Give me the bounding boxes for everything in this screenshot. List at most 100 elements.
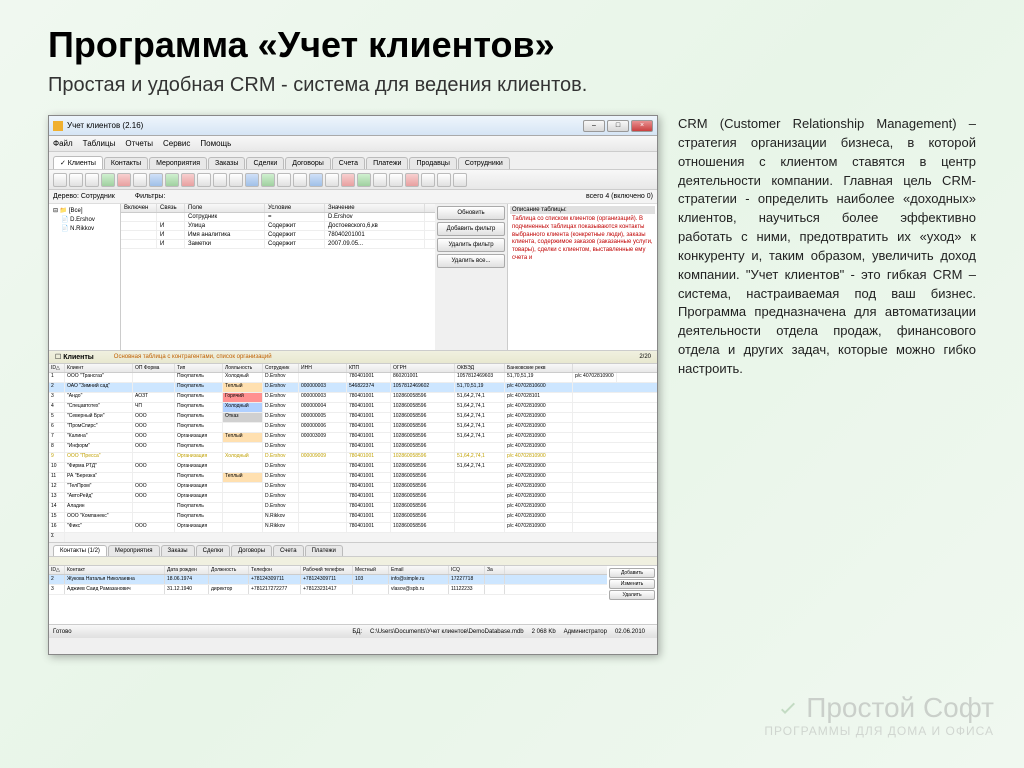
detail-tab[interactable]: Договоры [231,545,272,556]
menu-item[interactable]: Таблицы [83,139,116,148]
main-tab[interactable]: ✓ Клиенты [53,156,103,169]
minimize-button[interactable]: – [583,120,605,132]
toolbar-button[interactable] [181,173,195,187]
main-tab[interactable]: Платежи [366,157,408,169]
detail-tab[interactable]: Контакты (1/2) [53,545,107,556]
table-row[interactable]: 11РА "Березка"ПокупательТеплыйD.Ershov78… [49,473,657,483]
grid-col-header[interactable]: ОГРН [391,364,455,372]
table-row[interactable]: 13"АвтоРейд"ООООрганизацияD.Ershov780401… [49,493,657,503]
close-button[interactable]: × [631,120,653,132]
toolbar-button[interactable] [53,173,67,187]
main-tab[interactable]: Сделки [246,157,284,169]
menu-item[interactable]: Сервис [163,139,190,148]
table-row[interactable]: 2ОАО "Зимний сад"ПокупательТеплыйD.Ersho… [49,383,657,393]
menu-item[interactable]: Отчеты [125,139,153,148]
main-tab[interactable]: Контакты [104,157,148,169]
toolbar-button[interactable] [341,173,355,187]
table-row[interactable]: 16"Фикс"ООООрганизацияN.Rikkov7804010011… [49,523,657,533]
table-row[interactable]: 8"Информ"ОООПокупательD.Ershov7804010011… [49,443,657,453]
contacts-col-header[interactable]: Контакт [65,566,165,574]
grid-col-header[interactable]: КПП [347,364,391,372]
filter-action-button[interactable]: Удалить фильтр [437,238,505,252]
toolbar-button[interactable] [437,173,451,187]
grid-col-header[interactable]: Лояльность [223,364,263,372]
filter-row[interactable]: ИЗаметкиСодержит2007.09.05... [121,240,435,249]
toolbar-button[interactable] [293,173,307,187]
contacts-col-header[interactable]: За [485,566,505,574]
main-tab[interactable]: Счета [332,157,365,169]
grid-col-header[interactable]: ID△ [49,364,65,372]
toolbar-button[interactable] [389,173,403,187]
toolbar-button[interactable] [405,173,419,187]
toolbar-button[interactable] [325,173,339,187]
toolbar-button[interactable] [229,173,243,187]
main-tab[interactable]: Заказы [208,157,245,169]
filter-row[interactable]: ИУлицаСодержитДостоевского,6,кв [121,222,435,231]
filter-action-button[interactable]: Удалить все... [437,254,505,268]
filter-col-header[interactable]: Связь [157,204,185,212]
maximize-button[interactable]: □ [607,120,629,132]
filter-col-header[interactable]: Условие [265,204,325,212]
filter-row[interactable]: Сотрудник=D.Ershov [121,213,435,222]
grid-col-header[interactable]: ОП Форма [133,364,175,372]
contact-action-button[interactable]: Изменить [609,579,655,589]
toolbar-button[interactable] [261,173,275,187]
toolbar-button[interactable] [309,173,323,187]
contacts-col-header[interactable]: ID△ [49,566,65,574]
toolbar-button[interactable] [133,173,147,187]
detail-tab[interactable]: Платежи [305,545,343,556]
filter-col-header[interactable]: Поле [185,204,265,212]
detail-tab[interactable]: Сделки [196,545,230,556]
toolbar-button[interactable] [197,173,211,187]
toolbar-button[interactable] [117,173,131,187]
contact-action-button[interactable]: Добавить [609,568,655,578]
toolbar-button[interactable] [101,173,115,187]
main-tab[interactable]: Сотрудники [458,157,510,169]
contacts-col-header[interactable]: Местный [353,566,389,574]
main-tab[interactable]: Продавцы [409,157,456,169]
table-row[interactable]: 14АладинПокупательD.Ershov78040100110286… [49,503,657,513]
toolbar-button[interactable] [421,173,435,187]
grid-col-header[interactable]: Тип [175,364,223,372]
main-tab[interactable]: Мероприятия [149,157,207,169]
tree-item[interactable]: 📄 N.Rikkov [51,224,118,233]
main-tab[interactable]: Договоры [285,157,330,169]
filter-col-header[interactable]: Включен [121,204,157,212]
toolbar-button[interactable] [245,173,259,187]
table-row[interactable]: 1ООО "Трансгаз"ПокупательХолодныйD.Ersho… [49,373,657,383]
table-row[interactable]: 4"Спецавтотех"ЧППокупательХолодныйD.Ersh… [49,403,657,413]
table-row[interactable]: 15ООО "Компанекс"ПокупательN.Rikkov78040… [49,513,657,523]
menu-item[interactable]: Файл [53,139,73,148]
table-row[interactable]: 7"Калина"ООООрганизацияТеплыйD.Ershov000… [49,433,657,443]
grid-col-header[interactable]: ОКВЭД [455,364,505,372]
contact-row[interactable]: 2Жукова Наталья Николаевна18.06.1974+781… [49,575,607,585]
toolbar-button[interactable] [357,173,371,187]
grid-col-header[interactable]: ИНН [299,364,347,372]
grid-col-header[interactable]: Банковские рекв [505,364,573,372]
filter-row[interactable]: ИИмя аналитикаСодержит78040201001 [121,231,435,240]
detail-tab[interactable]: Счета [273,545,304,556]
contacts-col-header[interactable]: Рабочий телефон [301,566,353,574]
contacts-col-header[interactable]: Email [389,566,449,574]
table-row[interactable]: 6"ПромСпирс"ОООПокупательD.Ershov0000000… [49,423,657,433]
toolbar-button[interactable] [213,173,227,187]
table-row[interactable]: 5"Северный Бри"ОООПокупательОтказD.Ersho… [49,413,657,423]
contact-action-button[interactable]: Удалить [609,590,655,600]
toolbar-button[interactable] [277,173,291,187]
contacts-col-header[interactable]: Дата рожден [165,566,209,574]
table-row[interactable]: 9ООО "Пресса"ОрганизацияХолодныйD.Ershov… [49,453,657,463]
clients-grid[interactable]: ID△КлиентОП ФормаТипЛояльностьСотрудникИ… [49,364,657,542]
table-row[interactable]: 3"Андо"АОЗТПокупательГорячийD.Ershov0000… [49,393,657,403]
filter-action-button[interactable]: Добавить фильтр [437,222,505,236]
detail-tab[interactable]: Мероприятия [108,545,160,556]
toolbar-button[interactable] [69,173,83,187]
tree-root[interactable]: ⊟ 📁 [Все] [51,206,118,215]
employee-tree[interactable]: ⊟ 📁 [Все] 📄 D.Ershov 📄 N.Rikkov [49,204,121,350]
toolbar-button[interactable] [373,173,387,187]
table-row[interactable]: 12"ТелПром"ООООрганизацияD.Ershov7804010… [49,483,657,493]
contacts-grid[interactable]: ID△КонтактДата рожденДолжностьТелефонРаб… [49,566,657,624]
grid-col-header[interactable]: Сотрудник [263,364,299,372]
contacts-col-header[interactable]: ICQ [449,566,485,574]
table-row[interactable]: 10"Фирма РТД"ООООрганизацияD.Ershov78040… [49,463,657,473]
menu-item[interactable]: Помощь [200,139,231,148]
